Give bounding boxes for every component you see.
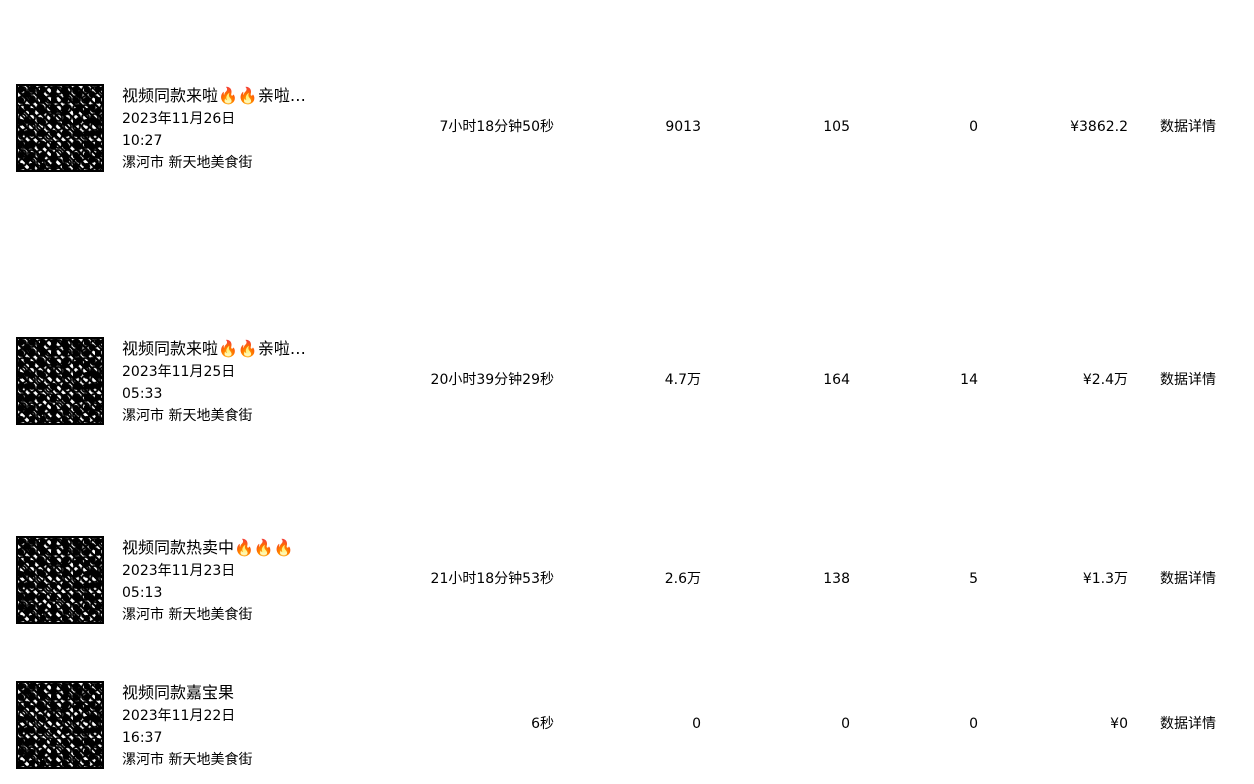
session-location: 漯河市 新天地美食街	[122, 752, 253, 768]
session-location: 漯河市 新天地美食街	[122, 607, 253, 623]
metric-a: 0	[692, 716, 701, 732]
table-row: 视频同款热卖中🔥🔥🔥 2023年11月23日 05:13 漯河市 新天地美食街 …	[0, 536, 1254, 628]
sales-amount: ¥2.4万	[1082, 372, 1128, 388]
session-duration: 21小时18分钟53秒	[430, 571, 554, 587]
metric-a: 4.7万	[664, 372, 701, 388]
metric-b: 0	[841, 716, 850, 732]
sales-amount: ¥3862.2	[1070, 119, 1128, 135]
session-time: 10:27	[122, 133, 163, 149]
live-session-list: 视频同款来啦🔥🔥亲啦… 2023年11月26日 10:27 漯河市 新天地美食街…	[0, 0, 1254, 784]
video-thumbnail[interactable]	[16, 536, 104, 624]
session-location: 漯河市 新天地美食街	[122, 408, 253, 424]
session-date: 2023年11月25日	[122, 364, 236, 380]
metric-a: 2.6万	[664, 571, 701, 587]
table-row: 视频同款嘉宝果 2023年11月22日 16:37 漯河市 新天地美食街 6秒 …	[0, 681, 1254, 773]
session-location: 漯河市 新天地美食街	[122, 155, 253, 171]
session-date: 2023年11月23日	[122, 563, 236, 579]
session-time: 16:37	[122, 730, 163, 746]
video-thumbnail[interactable]	[16, 84, 104, 172]
video-thumbnail[interactable]	[16, 337, 104, 425]
metric-b: 105	[823, 119, 850, 135]
session-duration: 20小时39分钟29秒	[430, 372, 554, 388]
table-row: 视频同款来啦🔥🔥亲啦… 2023年11月25日 05:33 漯河市 新天地美食街…	[0, 337, 1254, 429]
table-row: 视频同款来啦🔥🔥亲啦… 2023年11月26日 10:27 漯河市 新天地美食街…	[0, 84, 1254, 176]
video-title: 视频同款来啦🔥🔥亲啦…	[122, 339, 306, 358]
video-thumbnail[interactable]	[16, 681, 104, 769]
data-details-link[interactable]: 数据详情	[1160, 569, 1230, 589]
session-duration: 7小时18分钟50秒	[439, 119, 554, 135]
metric-c: 0	[969, 716, 978, 732]
data-details-link[interactable]: 数据详情	[1160, 117, 1230, 137]
session-date: 2023年11月22日	[122, 708, 236, 724]
session-time: 05:33	[122, 386, 163, 402]
sales-amount: ¥0	[1110, 716, 1128, 732]
metric-c: 0	[969, 119, 978, 135]
metric-c: 5	[969, 571, 978, 587]
sales-amount: ¥1.3万	[1082, 571, 1128, 587]
metric-a: 9013	[665, 119, 701, 135]
video-title: 视频同款热卖中🔥🔥🔥	[122, 538, 294, 557]
data-details-link[interactable]: 数据详情	[1160, 714, 1230, 734]
data-details-link[interactable]: 数据详情	[1160, 370, 1230, 390]
video-title: 视频同款来啦🔥🔥亲啦…	[122, 86, 306, 105]
metric-b: 138	[823, 571, 850, 587]
metric-b: 164	[823, 372, 850, 388]
session-duration: 6秒	[531, 716, 554, 732]
session-time: 05:13	[122, 585, 163, 601]
session-date: 2023年11月26日	[122, 111, 236, 127]
video-title: 视频同款嘉宝果	[122, 683, 235, 702]
metric-c: 14	[960, 372, 978, 388]
